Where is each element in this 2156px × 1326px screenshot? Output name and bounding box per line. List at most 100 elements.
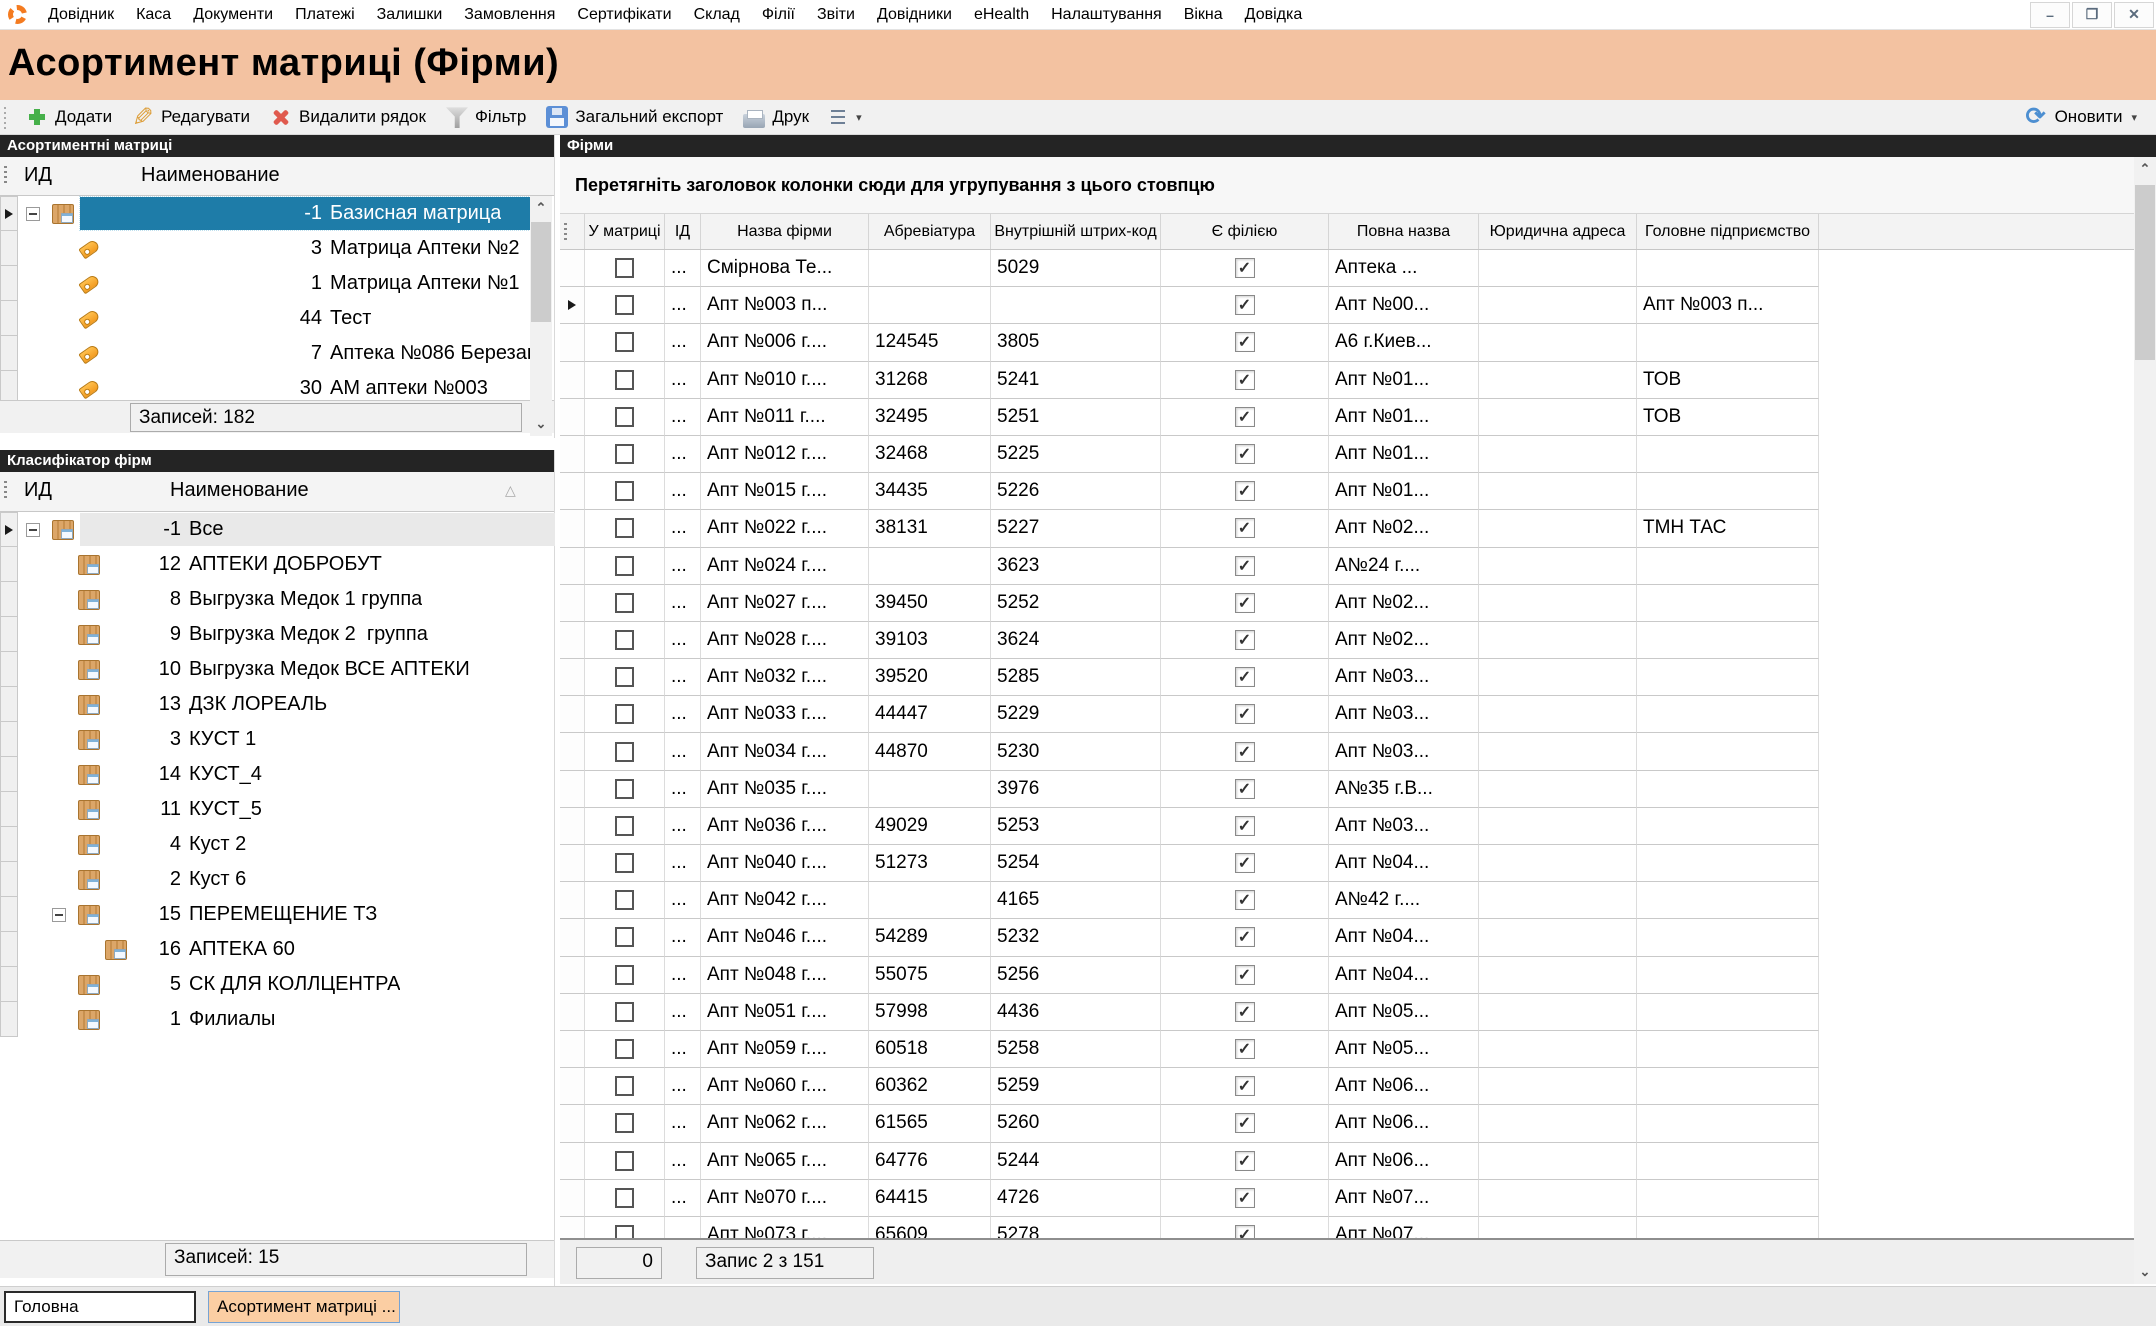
barcode-cell[interactable]: 3624: [991, 622, 1161, 659]
head-company-cell[interactable]: ТМН ТАС: [1637, 510, 1819, 547]
id-ellipsis-button[interactable]: ...: [665, 548, 701, 585]
id-ellipsis-button[interactable]: ...: [665, 957, 701, 994]
is-branch-cell[interactable]: ✓: [1161, 250, 1329, 287]
collapse-icon[interactable]: [26, 523, 40, 537]
full-name-cell[interactable]: Апт №06...: [1329, 1068, 1479, 1105]
is-branch-cell[interactable]: ✓: [1161, 473, 1329, 510]
firm-name-cell[interactable]: Апт №015 г....: [701, 473, 869, 510]
abbreviation-cell[interactable]: [869, 250, 991, 287]
is-branch-checkbox[interactable]: ✓: [1235, 370, 1255, 390]
tree-node[interactable]: 1Матрица Аптеки №1: [106, 267, 530, 300]
full-name-cell[interactable]: А№35 г.В...: [1329, 771, 1479, 808]
in-matrix-checkbox[interactable]: [615, 295, 634, 315]
row-selector-cell[interactable]: [560, 733, 585, 770]
firms-column-header[interactable]: У матриці: [585, 214, 665, 249]
in-matrix-checkbox[interactable]: [615, 704, 634, 724]
abbreviation-cell[interactable]: 31268: [869, 362, 991, 399]
firm-name-cell[interactable]: Апт №028 г....: [701, 622, 869, 659]
barcode-cell[interactable]: 4165: [991, 882, 1161, 919]
row-selector-cell[interactable]: [560, 510, 585, 547]
full-name-cell[interactable]: Апт №04...: [1329, 957, 1479, 994]
table-row[interactable]: ...Апт №010 г....312685241✓Апт №01...ТОВ: [560, 362, 2134, 399]
is-branch-checkbox[interactable]: ✓: [1235, 332, 1255, 352]
table-row[interactable]: ...Апт №070 г....644154726✓Апт №07...: [560, 1180, 2134, 1217]
row-selector-cell[interactable]: [0, 897, 18, 932]
firms-column-header[interactable]: Назва фірми: [701, 214, 869, 249]
table-row[interactable]: ...Апт №012 г....324685225✓Апт №01...: [560, 436, 2134, 473]
legal-address-cell[interactable]: [1479, 994, 1637, 1031]
table-row[interactable]: ...Апт №059 г....605185258✓Апт №05...: [560, 1031, 2134, 1068]
table-row[interactable]: ...Апт №006 г....1245453805✓А6 г.Киев...: [560, 324, 2134, 361]
firm-name-cell[interactable]: Апт №048 г....: [701, 957, 869, 994]
in-matrix-cell[interactable]: [585, 287, 665, 324]
legal-address-cell[interactable]: [1479, 957, 1637, 994]
barcode-cell[interactable]: 4436: [991, 994, 1161, 1031]
tree-node[interactable]: 16АПТЕКА 60: [133, 933, 555, 966]
row-selector-cell[interactable]: [560, 771, 585, 808]
legal-address-cell[interactable]: [1479, 399, 1637, 436]
is-branch-checkbox[interactable]: ✓: [1235, 444, 1255, 464]
barcode-cell[interactable]: 5241: [991, 362, 1161, 399]
legal-address-cell[interactable]: [1479, 436, 1637, 473]
is-branch-checkbox[interactable]: ✓: [1235, 1188, 1255, 1208]
in-matrix-cell[interactable]: [585, 1105, 665, 1142]
firm-name-cell[interactable]: Апт №046 г....: [701, 919, 869, 956]
row-selector-cell[interactable]: [0, 301, 18, 336]
row-selector-cell[interactable]: [560, 845, 585, 882]
in-matrix-checkbox[interactable]: [615, 1039, 634, 1059]
legal-address-cell[interactable]: [1479, 510, 1637, 547]
scroll-thumb[interactable]: [2135, 185, 2155, 360]
row-selector-cell[interactable]: [0, 757, 18, 792]
head-company-cell[interactable]: [1637, 1068, 1819, 1105]
full-name-cell[interactable]: Апт №01...: [1329, 399, 1479, 436]
id-ellipsis-button[interactable]: ...: [665, 1143, 701, 1180]
scroll-up-icon[interactable]: ⌃: [530, 196, 552, 220]
firm-name-cell[interactable]: Апт №010 г....: [701, 362, 869, 399]
firm-name-cell[interactable]: Апт №027 г....: [701, 585, 869, 622]
in-matrix-cell[interactable]: [585, 733, 665, 770]
tree-node[interactable]: 14КУСТ_4: [106, 758, 555, 791]
barcode-cell[interactable]: 5254: [991, 845, 1161, 882]
is-branch-cell[interactable]: ✓: [1161, 1143, 1329, 1180]
print-button[interactable]: Друк: [734, 104, 818, 130]
id-ellipsis-button[interactable]: ...: [665, 1105, 701, 1142]
full-name-cell[interactable]: Апт №05...: [1329, 1031, 1479, 1068]
abbreviation-cell[interactable]: 124545: [869, 324, 991, 361]
tree-node[interactable]: 8Выгрузка Медок 1 группа: [106, 583, 555, 616]
row-selector-cell[interactable]: [560, 362, 585, 399]
row-selector-cell[interactable]: [560, 808, 585, 845]
in-matrix-cell[interactable]: [585, 957, 665, 994]
table-row[interactable]: ...Апт №032 г....395205285✓Апт №03...: [560, 659, 2134, 696]
full-name-cell[interactable]: Апт №03...: [1329, 696, 1479, 733]
abbreviation-cell[interactable]: [869, 548, 991, 585]
scroll-down-icon[interactable]: ⌄: [530, 412, 552, 436]
firm-name-cell[interactable]: Апт №035 г....: [701, 771, 869, 808]
full-name-cell[interactable]: Апт №02...: [1329, 585, 1479, 622]
is-branch-cell[interactable]: ✓: [1161, 510, 1329, 547]
id-ellipsis-button[interactable]: ...: [665, 287, 701, 324]
id-ellipsis-button[interactable]: ...: [665, 399, 701, 436]
head-company-cell[interactable]: [1637, 1180, 1819, 1217]
task-tab[interactable]: Асортимент матриці ...: [208, 1291, 400, 1323]
legal-address-cell[interactable]: [1479, 845, 1637, 882]
legal-address-cell[interactable]: [1479, 1217, 1637, 1238]
tree-row[interactable]: 1Филиалы: [18, 1002, 555, 1037]
is-branch-checkbox[interactable]: ✓: [1235, 890, 1255, 910]
table-row[interactable]: ...Апт №015 г....344355226✓Апт №01...: [560, 473, 2134, 510]
in-matrix-checkbox[interactable]: [615, 1225, 634, 1238]
in-matrix-cell[interactable]: [585, 473, 665, 510]
id-ellipsis-button[interactable]: ...: [665, 696, 701, 733]
row-selector-cell[interactable]: [560, 1105, 585, 1142]
barcode-cell[interactable]: 5256: [991, 957, 1161, 994]
firms-scrollbar[interactable]: ⌃ ⌄: [2134, 157, 2156, 1284]
column-name[interactable]: Наименование: [141, 164, 280, 187]
head-company-cell[interactable]: [1637, 733, 1819, 770]
in-matrix-checkbox[interactable]: [615, 370, 634, 390]
barcode-cell[interactable]: 5230: [991, 733, 1161, 770]
column-chooser-icon[interactable]: [4, 480, 12, 498]
full-name-cell[interactable]: Апт №06...: [1329, 1105, 1479, 1142]
id-ellipsis-button[interactable]: ...: [665, 733, 701, 770]
in-matrix-checkbox[interactable]: [615, 1188, 634, 1208]
is-branch-checkbox[interactable]: ✓: [1235, 667, 1255, 687]
head-company-cell[interactable]: [1637, 1217, 1819, 1238]
